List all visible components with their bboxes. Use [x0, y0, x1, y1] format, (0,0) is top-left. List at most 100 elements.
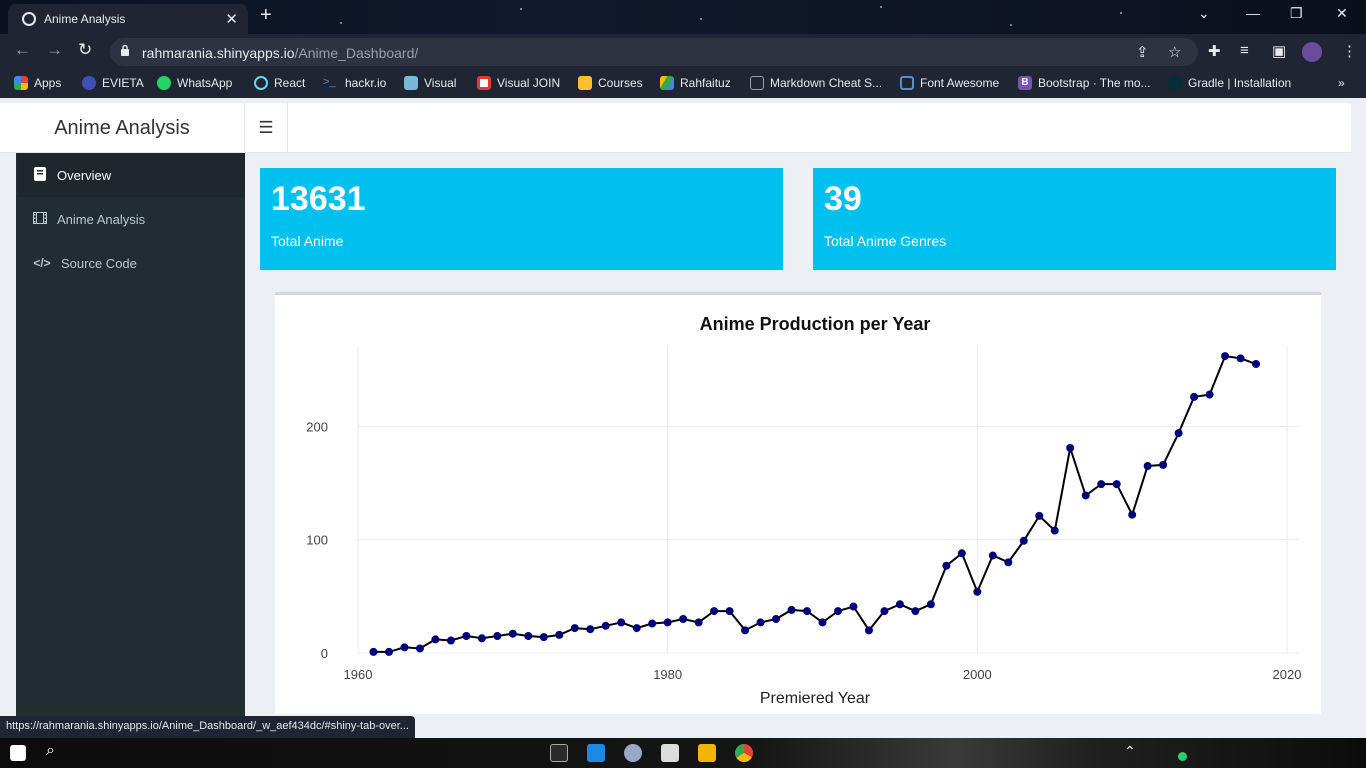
data-point — [833, 607, 842, 616]
bookmark-react[interactable]: React — [254, 76, 305, 90]
bookmark-hackr[interactable]: >_ hackr.io — [323, 76, 386, 90]
notepad-icon[interactable] — [661, 744, 679, 762]
bookmark-courses[interactable]: Courses — [578, 76, 643, 90]
restore-button[interactable]: ❐ — [1290, 5, 1303, 22]
bookmark-label: Apps — [34, 76, 62, 90]
profile-avatar[interactable] — [1302, 42, 1322, 62]
bookmark-font-awesome[interactable]: Font Awesome — [900, 76, 999, 90]
bookmark-markdown[interactable]: Markdown Cheat S... — [750, 76, 882, 90]
chart-title: Anime Production per Year — [700, 314, 931, 334]
bookmark-label: Markdown Cheat S... — [770, 76, 883, 90]
data-point — [524, 632, 533, 640]
bookmark-apps[interactable]: Apps — [14, 76, 61, 90]
url-path: /Anime_Dashboard/ — [294, 45, 419, 61]
x-tick-label: 2000 — [963, 667, 992, 682]
bookmark-star-icon[interactable]: ☆ — [1168, 43, 1181, 61]
forward-button[interactable]: → — [46, 40, 63, 60]
share-icon[interactable]: ⇪ — [1136, 43, 1149, 61]
tab-title: Anime Analysis — [44, 12, 126, 26]
sidebar-item-anime-analysis[interactable]: Anime Analysis — [18, 197, 245, 241]
hackr-icon: >_ — [323, 76, 336, 88]
brand-logo[interactable]: Anime Analysis — [0, 103, 245, 153]
production-line-chart[interactable]: 1960 1980 2000 2020 0 100 200 Anime Production… — [275, 295, 1321, 714]
data-point — [1128, 510, 1137, 519]
address-bar[interactable]: rahmarania.shinyapps.io/Anime_Dashboard/… — [110, 38, 1198, 66]
data-point — [601, 621, 610, 630]
data-point — [973, 587, 982, 596]
data-point — [508, 629, 517, 638]
reload-button[interactable]: ↻ — [78, 40, 92, 60]
bootstrap-icon: B — [1018, 76, 1032, 90]
data-point — [384, 647, 393, 656]
data-point — [1066, 443, 1075, 452]
r-app-icon[interactable] — [624, 744, 642, 762]
data-point — [1221, 352, 1230, 361]
url-host: rahmarania.shinyapps.io — [142, 45, 295, 61]
chart-grid — [357, 347, 1299, 654]
sidebar-toggle-button[interactable]: ☰ — [245, 103, 288, 153]
data-point — [694, 618, 703, 627]
vscode-icon[interactable] — [587, 744, 605, 762]
data-point — [725, 607, 734, 616]
tray-status-icon — [1178, 752, 1187, 761]
terminal-icon[interactable] — [550, 744, 568, 762]
y-tick-label: 100 — [306, 533, 328, 548]
tab-search-chevron-icon[interactable]: ⌄ — [1198, 5, 1210, 22]
sidebar-item-source-code[interactable]: </> Source Code — [18, 241, 245, 285]
bookmark-label: WhatsApp — [177, 76, 233, 90]
more-bookmarks-icon[interactable]: » — [1338, 76, 1345, 90]
data-point — [570, 624, 579, 633]
media-control-icon[interactable]: ≡ — [1240, 42, 1249, 59]
google-drive-icon — [660, 76, 674, 90]
close-tab-icon[interactable]: ✕ — [225, 10, 238, 28]
chart-series — [369, 352, 1261, 656]
chrome-menu-icon[interactable]: ⋮ — [1342, 42, 1357, 60]
bookmark-visual-join[interactable]: Visual JOIN — [477, 76, 560, 90]
visual-icon — [404, 76, 418, 90]
background-star — [700, 18, 702, 20]
file-explorer-icon[interactable] — [698, 744, 716, 762]
data-point — [772, 615, 781, 623]
data-point — [756, 618, 765, 627]
windows-taskbar: ⌕ ⌃ — [0, 738, 1366, 768]
courses-icon — [578, 76, 592, 90]
bookmark-label: Visual — [424, 76, 457, 90]
back-button[interactable]: ← — [14, 40, 31, 60]
sidebar-item-label: Source Code — [61, 255, 137, 271]
new-tab-button[interactable]: + — [260, 4, 272, 27]
y-tick-label: 0 — [321, 646, 328, 661]
y-tick-label: 200 — [306, 419, 328, 434]
bookmarks-bar: Apps EVIETA WhatsApp React >_ hackr.io Vi… — [0, 70, 1366, 98]
x-axis-label: Premiered Year — [760, 690, 871, 707]
bookmark-label: Rahfaituz — [680, 76, 731, 90]
data-point — [1019, 536, 1028, 545]
data-point — [1097, 480, 1106, 489]
bookmark-gradle[interactable]: Gradle | Installation — [1168, 76, 1291, 90]
browser-tab[interactable]: Anime Analysis ✕ — [8, 4, 248, 34]
data-point — [1081, 491, 1090, 500]
data-point — [632, 624, 641, 633]
bookmark-whatsapp[interactable]: WhatsApp — [157, 76, 232, 90]
extensions-icon[interactable]: ✚ — [1208, 42, 1221, 60]
data-point — [942, 561, 951, 570]
data-point — [477, 634, 486, 643]
bookmark-evieta[interactable]: EVIETA — [82, 76, 144, 90]
bookmark-visual[interactable]: Visual — [404, 76, 456, 90]
windows-start-icon[interactable] — [10, 745, 26, 761]
sidebar-item-overview[interactable]: Overview — [18, 153, 245, 197]
bookmark-bootstrap[interactable]: B Bootstrap · The mo... — [1018, 76, 1151, 90]
lock-icon — [121, 44, 129, 56]
chevron-up-icon[interactable]: ⌃ — [1124, 743, 1136, 760]
side-panel-icon[interactable]: ▣ — [1272, 42, 1286, 60]
code-icon: </> — [33, 256, 51, 270]
minimize-button[interactable]: — — [1246, 5, 1260, 21]
bookmark-rahfaituz[interactable]: Rahfaituz — [660, 76, 731, 90]
x-tick-label: 1980 — [653, 667, 682, 682]
search-icon[interactable]: ⌕ — [46, 742, 55, 760]
bookmark-label: Bootstrap · The mo... — [1038, 76, 1151, 90]
close-window-button[interactable]: ✕ — [1336, 5, 1348, 22]
data-point — [849, 602, 858, 611]
bookmark-label: Gradle | Installation — [1188, 76, 1292, 90]
chrome-icon[interactable] — [735, 744, 753, 762]
film-icon — [33, 211, 47, 227]
